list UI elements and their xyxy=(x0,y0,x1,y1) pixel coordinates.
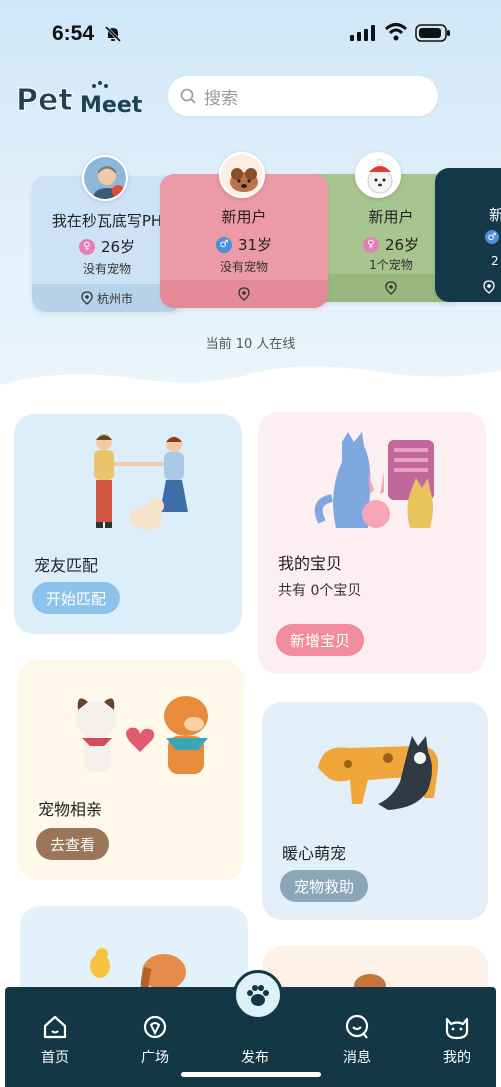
user-card-4[interactable]: 新 ♂ 2 xyxy=(435,168,501,302)
user-name: 新用户 xyxy=(221,208,267,226)
search-bar[interactable]: 搜索 xyxy=(168,76,438,116)
message-icon xyxy=(345,1014,369,1039)
my-pets-count: 共有 0个宝贝 xyxy=(278,583,362,599)
pet-rescue-button[interactable]: 宠物救助 xyxy=(280,870,369,902)
my-pets-title: 我的宝贝 xyxy=(278,554,343,573)
user-location xyxy=(160,280,328,308)
user-age: 26岁 xyxy=(100,238,136,256)
tab-messages-label: 消息 xyxy=(343,1050,371,1066)
bell-muted-icon xyxy=(104,25,122,43)
user-age: 31岁 xyxy=(237,236,273,254)
search-icon xyxy=(180,88,196,104)
home-icon xyxy=(43,1015,67,1039)
dogs-love-illustration xyxy=(76,696,208,774)
paw-icon xyxy=(247,985,269,1006)
signal-icon xyxy=(350,25,375,41)
search-placeholder: 搜索 xyxy=(204,88,238,109)
pets-group-illustration xyxy=(314,432,434,528)
home-indicator[interactable] xyxy=(181,1072,321,1077)
status-time: 6:54 xyxy=(52,22,95,45)
male-icon: ♂ xyxy=(215,236,232,253)
logo-meet: Meet xyxy=(80,93,143,118)
add-pet-button[interactable]: 新增宝贝 xyxy=(276,624,365,656)
user-age-row: ♂ xyxy=(485,230,501,244)
tab-square-label: 广场 xyxy=(141,1050,169,1066)
user-avatar-3[interactable] xyxy=(355,152,401,198)
user-avatar-2[interactable] xyxy=(219,152,265,198)
user-city: 杭州市 xyxy=(96,291,133,306)
my-pets-card[interactable]: 我的宝贝 共有 0个宝贝 新增宝贝 xyxy=(258,412,486,674)
user-age-row: ♂ 31岁 xyxy=(160,234,328,255)
warm-pets-card[interactable]: 暖心萌宠 宠物救助 xyxy=(262,702,488,920)
user-age: 26岁 xyxy=(384,236,420,254)
location-pin-icon xyxy=(385,281,397,295)
tab-messages[interactable]: 消息 xyxy=(317,987,397,1067)
dog-cat-illustration xyxy=(318,736,439,810)
cat-profile-icon xyxy=(445,1017,469,1040)
start-match-button[interactable]: 开始匹配 xyxy=(32,582,121,614)
location-pin-icon xyxy=(238,287,250,301)
people-meeting-illustration xyxy=(94,434,188,530)
user-name: 新 xyxy=(489,206,501,224)
wave-divider xyxy=(0,366,501,420)
square-icon xyxy=(143,1015,167,1039)
location-pin-icon xyxy=(81,291,93,305)
male-icon: ♂ xyxy=(485,230,499,244)
user-pets: 没有宠物 xyxy=(219,260,268,274)
user-avatar-1[interactable] xyxy=(82,155,128,201)
go-view-button[interactable]: 去查看 xyxy=(36,828,110,860)
logo-pet: Pet xyxy=(16,83,73,118)
location-pin-icon xyxy=(483,280,495,294)
pet-dating-card[interactable]: 宠物相亲 去查看 xyxy=(18,660,244,880)
female-icon: ♀ xyxy=(362,236,379,253)
battery-icon xyxy=(415,24,450,42)
female-icon: ♀ xyxy=(78,238,95,255)
match-title: 宠友匹配 xyxy=(34,556,99,575)
tab-home-label: 首页 xyxy=(41,1050,69,1066)
pet-dating-title: 宠物相亲 xyxy=(38,800,103,819)
user-age: 2 xyxy=(491,254,499,268)
tab-me-label: 我的 xyxy=(443,1050,471,1066)
tab-publish-label: 发布 xyxy=(241,1050,269,1066)
status-bar: 6:54 xyxy=(0,0,501,70)
tab-home[interactable]: 首页 xyxy=(15,987,95,1067)
match-card[interactable]: 宠友匹配 开始匹配 xyxy=(14,414,242,634)
tab-square[interactable]: 广场 xyxy=(115,987,195,1067)
online-count: 当前 10 人在线 xyxy=(205,337,296,352)
warm-pets-title: 暖心萌宠 xyxy=(282,844,347,863)
petmeet-logo: Pet Meet xyxy=(16,81,143,118)
publish-button[interactable] xyxy=(233,970,283,1020)
wifi-icon xyxy=(384,23,408,41)
tab-me[interactable]: 我的 xyxy=(417,987,497,1067)
